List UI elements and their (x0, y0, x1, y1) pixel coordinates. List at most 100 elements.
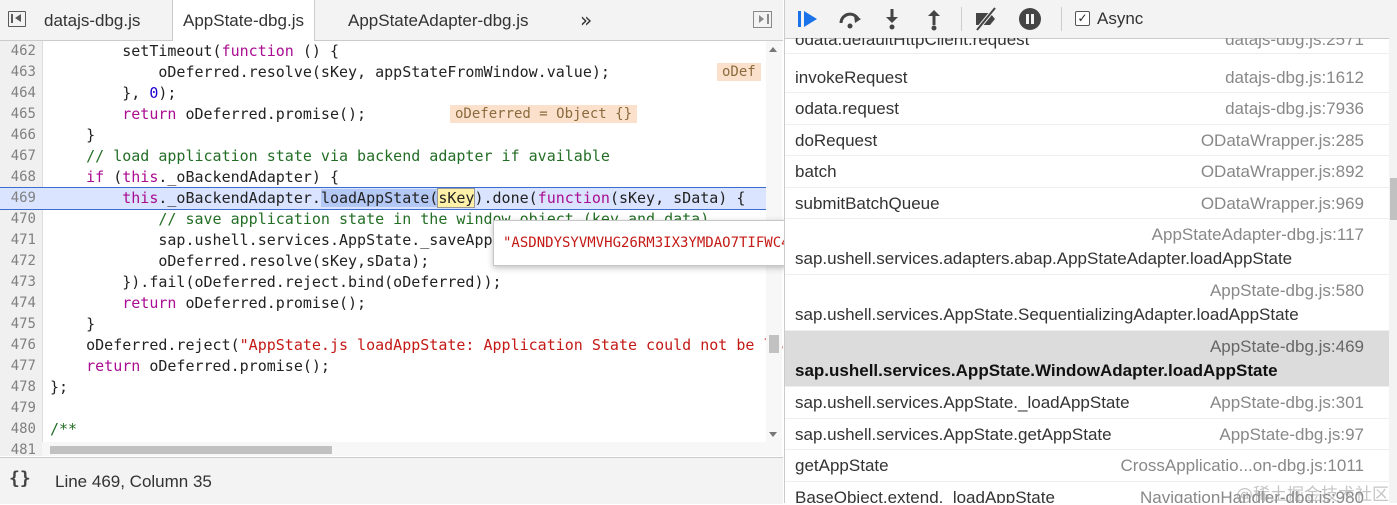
code-line[interactable]: 478 }; (0, 377, 766, 398)
call-frame[interactable]: getAppState CrossApplicatio...on-dbg.js:… (785, 450, 1389, 482)
current-execution-line[interactable]: 469 this._oBackendAdapter.loadAppState(s… (0, 187, 767, 210)
toolbar-separator (1061, 7, 1062, 31)
navigator-toggle-icon[interactable] (8, 11, 26, 27)
line-number[interactable]: 473 (0, 272, 36, 293)
frame-location[interactable]: ODataWrapper.js:285 (1201, 131, 1364, 151)
line-number[interactable]: 464 (0, 83, 36, 104)
frame-function: sap.ushell.services.AppState.WindowAdapt… (795, 361, 1278, 380)
line-number[interactable]: 471 (0, 230, 36, 251)
line-number[interactable]: 478 (0, 377, 36, 398)
async-checkbox[interactable]: ✓ (1075, 11, 1090, 26)
call-frame[interactable]: submitBatchQueue ODataWrapper.js:969 (785, 188, 1389, 219)
frame-function: odata.defaultHttpClient.request (795, 38, 1030, 49)
call-frame[interactable]: odata.request datajs-dbg.js:7936 (785, 93, 1389, 125)
code-line[interactable]: 473 }).fail(oDeferred.reject.bind(oDefer… (0, 272, 766, 293)
line-number[interactable]: 462 (0, 41, 36, 62)
pretty-print-button[interactable]: {} (9, 468, 31, 489)
frame-function: submitBatchQueue (795, 194, 940, 213)
line-number[interactable]: 467 (0, 146, 36, 167)
frame-location[interactable]: datajs-dbg.js:1612 (1225, 68, 1364, 88)
code-line[interactable]: 477 return oDeferred.promise(); (0, 356, 766, 377)
debugger-panel-toggle-icon[interactable] (753, 11, 772, 28)
line-number[interactable]: 476 (0, 335, 36, 356)
frame-function: invokeRequest (795, 68, 908, 87)
line-number[interactable]: 472 (0, 251, 36, 272)
call-frame[interactable]: invokeRequest datajs-dbg.js:1612 (785, 62, 1389, 93)
code-line[interactable]: 465 return oDeferred.promise(); oDeferre… (0, 104, 766, 125)
code-line[interactable]: 464 }, 0); (0, 83, 766, 104)
frame-function: doRequest (795, 131, 878, 150)
frame-location[interactable]: ODataWrapper.js:892 (1201, 162, 1364, 182)
call-stack-scrollbar[interactable] (1389, 38, 1397, 503)
call-frame[interactable]: sap.ushell.services.AppState.getAppState… (785, 419, 1389, 450)
line-number[interactable]: 481 (0, 440, 36, 456)
code-line[interactable]: 468 if (this._oBackendAdapter) { (0, 167, 766, 188)
frame-location[interactable]: AppState-dbg.js:301 (1210, 393, 1364, 413)
scroll-up-icon[interactable] (769, 47, 777, 52)
call-frame[interactable]: batch ODataWrapper.js:892 (785, 156, 1389, 188)
line-number[interactable]: 475 (0, 314, 36, 335)
frame-function: batch (795, 162, 837, 181)
async-label: Async (1097, 9, 1144, 28)
horizontal-scrollbar-thumb[interactable] (50, 446, 332, 454)
vertical-scrollbar-thumb[interactable] (769, 335, 779, 353)
toolbar-separator (961, 7, 962, 31)
line-number[interactable]: 474 (0, 293, 36, 314)
tab-datajs-dbg[interactable]: datajs-dbg.js (34, 0, 150, 40)
frame-function: sap.ushell.services.AppState.Sequentiali… (795, 305, 1299, 324)
tab-appstate-dbg[interactable]: AppState-dbg.js (172, 0, 315, 41)
call-frame[interactable]: AppState-dbg.js:580 sap.ushell.services.… (785, 275, 1389, 331)
line-number[interactable]: 480 (0, 419, 36, 440)
step-out-icon[interactable] (921, 6, 947, 32)
line-number[interactable]: 465 (0, 104, 36, 125)
sources-panel: datajs-dbg.js AppState-dbg.js AppStateAd… (0, 0, 950, 504)
frame-location[interactable]: ODataWrapper.js:969 (1201, 194, 1364, 214)
watermark: @稀土掘金技术社区 (1236, 485, 1389, 505)
step-into-icon[interactable] (879, 6, 905, 32)
frame-location[interactable]: datajs-dbg.js:2571 (1225, 38, 1364, 50)
call-stack-list: odata.defaultHttpClient.request datajs-d… (785, 38, 1389, 503)
frame-location[interactable]: AppState-dbg.js:469 (1210, 337, 1364, 357)
code-line[interactable]: 463 oDeferred.resolve(sKey, appStateFrom… (0, 62, 766, 83)
frame-function: sap.ushell.services.adapters.abap.AppSta… (795, 249, 1293, 268)
line-number[interactable]: 479 (0, 398, 36, 419)
frame-location[interactable]: CrossApplicatio...on-dbg.js:1011 (1121, 456, 1365, 476)
frame-location[interactable]: AppState-dbg.js:97 (1219, 425, 1364, 445)
horizontal-scrollbar[interactable] (42, 442, 766, 456)
line-number[interactable]: 469 (0, 188, 36, 209)
frame-function: BaseObject.extend._loadAppState (795, 488, 1055, 503)
call-stack-scrollbar-thumb[interactable] (1390, 178, 1397, 220)
line-number[interactable]: 470 (0, 209, 36, 230)
deactivate-breakpoints-icon[interactable] (973, 6, 999, 32)
call-frame-selected[interactable]: AppState-dbg.js:469 sap.ushell.services.… (785, 331, 1389, 387)
frame-location[interactable]: AppStateAdapter-dbg.js:117 (1152, 225, 1364, 245)
call-frame[interactable]: sap.ushell.services.AppState._loadAppSta… (785, 387, 1389, 419)
call-frame[interactable]: AppStateAdapter-dbg.js:117 sap.ushell.se… (785, 219, 1389, 275)
tab-appstateadapter-dbg[interactable]: AppStateAdapter-dbg.js (338, 0, 539, 40)
inline-value: oDeferred = Object {} (450, 105, 638, 123)
frame-location[interactable]: datajs-dbg.js:7936 (1225, 99, 1364, 119)
call-frame[interactable]: doRequest ODataWrapper.js:285 (785, 125, 1389, 156)
step-over-icon[interactable] (837, 6, 863, 32)
code-line[interactable]: 466 } (0, 125, 766, 146)
more-tabs-button[interactable]: » (580, 8, 592, 32)
code-line[interactable]: 467 // load application state via backen… (0, 146, 766, 167)
code-line[interactable]: 480 /** (0, 419, 766, 440)
code-line[interactable]: 462 setTimeout(function () { (0, 41, 766, 62)
pause-on-exceptions-icon[interactable] (1017, 6, 1043, 32)
line-number[interactable]: 463 (0, 62, 36, 83)
line-number[interactable]: 468 (0, 167, 36, 188)
frame-function: sap.ushell.services.AppState._loadAppSta… (795, 393, 1130, 412)
frame-location[interactable]: AppState-dbg.js:580 (1210, 281, 1364, 301)
line-number[interactable]: 466 (0, 125, 36, 146)
editor-status-bar: {} Line 469, Column 35 (0, 457, 783, 504)
frame-function: sap.ushell.services.AppState.getAppState (795, 425, 1112, 444)
call-frame[interactable]: odata.defaultHttpClient.request datajs-d… (785, 38, 1389, 54)
code-line[interactable]: 479 (0, 398, 766, 419)
line-number[interactable]: 477 (0, 356, 36, 377)
code-line[interactable]: 475 } (0, 314, 766, 335)
scroll-down-icon[interactable] (769, 432, 777, 437)
code-line[interactable]: 476 oDeferred.reject("AppState.js loadAp… (0, 335, 783, 356)
code-line[interactable]: 474 return oDeferred.promise(); (0, 293, 766, 314)
resume-icon[interactable] (795, 6, 821, 32)
